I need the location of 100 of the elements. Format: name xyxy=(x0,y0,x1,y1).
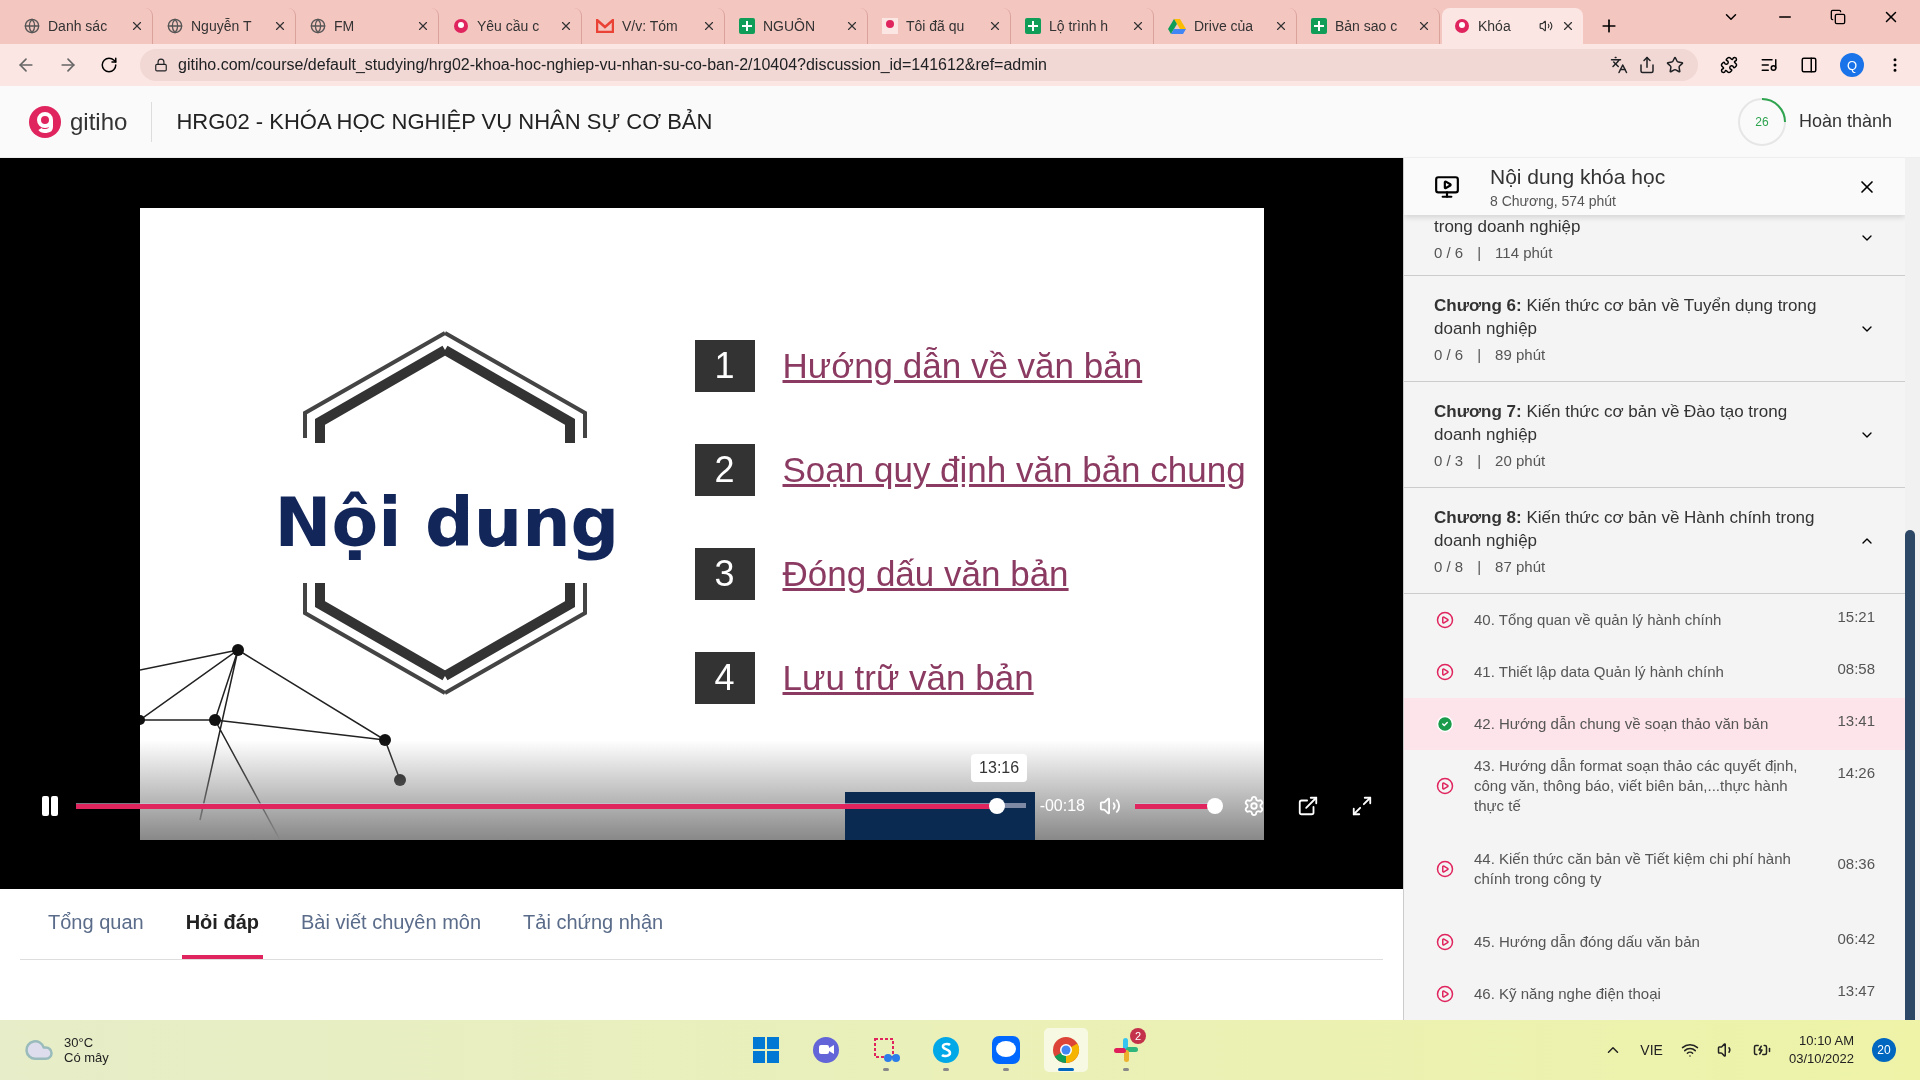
lesson-title: 46. Kỹ năng nghe điện thoại xyxy=(1474,984,1662,1004)
windows-icon xyxy=(753,1037,779,1063)
reload-icon[interactable] xyxy=(100,56,118,74)
time-tooltip: 13:16 xyxy=(971,753,1028,782)
sheet-icon xyxy=(739,18,755,34)
lesson-count: 0 / 3 xyxy=(1434,452,1464,470)
chapter-duration: 114 phút xyxy=(1495,244,1553,262)
lesson-row[interactable]: 40. Tổng quan về quản lý hành chính 15:21 xyxy=(1404,594,1905,647)
lock-icon xyxy=(154,58,168,72)
logo-text: gitiho xyxy=(70,107,128,136)
close-icon[interactable] xyxy=(1131,19,1145,33)
media-icon[interactable] xyxy=(1760,56,1778,74)
separator-text: | xyxy=(1477,244,1482,262)
chapter-title: Chương 6: Kiến thức cơ bản về Tuyển dụng trong doanh nghiệp xyxy=(1434,295,1818,341)
notification-count[interactable]: 20 xyxy=(1872,1038,1896,1062)
side-panel-icon[interactable] xyxy=(1800,56,1818,74)
url-text: gitiho.com/course/default_studying/hrg02-khoa-hoc-nghiep-vu-nhan-su-co-ban-2/10404?discussion_id=141612&ref=admin xyxy=(178,56,1048,74)
close-icon[interactable] xyxy=(273,19,287,33)
lesson-title: 43. Hướng dẫn format soạn thảo các quyết định, công văn, thông báo, viết biên bản,...thực hành thực tế xyxy=(1474,756,1799,817)
speaker-icon xyxy=(1539,19,1553,33)
lesson-row[interactable]: 46. Kỹ năng nghe điện thoại 13:47 xyxy=(1404,968,1905,1020)
page-tab[interactable]: Tổng quan xyxy=(44,889,148,959)
slide-title: Nội dung xyxy=(274,483,620,562)
globe-icon xyxy=(24,18,40,34)
clock-time[interactable]: 10:10 AM xyxy=(1788,1032,1854,1050)
restore-icon[interactable] xyxy=(1830,9,1846,25)
lesson-count: 0 / 6 xyxy=(1434,244,1464,262)
clock-date[interactable]: 03/10/2022 xyxy=(1788,1050,1854,1068)
popout-icon[interactable] xyxy=(1297,795,1319,817)
page-tab[interactable]: Tải chứng nhận xyxy=(519,889,668,959)
lesson-row[interactable]: 45. Hướng dẫn đóng dấu văn bản 06:42 xyxy=(1404,916,1905,968)
logo-icon xyxy=(28,104,62,139)
close-icon[interactable] xyxy=(559,19,573,33)
taskbar-app[interactable]: 2 xyxy=(1104,1028,1148,1072)
separator-text: | xyxy=(1477,452,1482,470)
profile-avatar[interactable]: Q xyxy=(1840,53,1864,77)
lesson-row[interactable]: 42. Hướng dẫn chung về soạn thảo văn bản 13:41 xyxy=(1404,698,1905,751)
lesson-row[interactable]: 41. Thiết lập data Quản lý hành chính 08:58 xyxy=(1404,646,1905,699)
close-icon[interactable] xyxy=(845,19,859,33)
browser-tab[interactable]: Khóa xyxy=(1442,8,1583,44)
lesson-count: 0 / 6 xyxy=(1434,346,1464,364)
share-icon[interactable] xyxy=(1638,56,1656,74)
page-tab[interactable]: Hỏi đáp xyxy=(181,889,263,959)
number-box: 2 xyxy=(694,444,755,496)
logo-icon xyxy=(453,18,469,34)
lesson-duration: 06:42 xyxy=(1837,930,1875,947)
language-indicator[interactable]: VIE xyxy=(1640,1042,1663,1058)
chapter-duration: 20 phút xyxy=(1495,452,1546,470)
lesson-duration: 08:36 xyxy=(1837,854,1875,872)
number-box: 1 xyxy=(694,340,755,392)
separator-text: | xyxy=(1477,558,1482,576)
logo-icon xyxy=(1454,18,1470,34)
star-icon[interactable] xyxy=(1666,56,1684,74)
panel-subtitle: 8 Chương, 574 phút xyxy=(1490,192,1617,209)
browser-icon xyxy=(1052,1036,1080,1064)
lesson-title: 45. Hướng dẫn đóng dấu văn bản xyxy=(1474,932,1701,952)
globe-icon xyxy=(310,18,326,34)
extensions-icon[interactable] xyxy=(1720,56,1738,74)
drive-icon xyxy=(1168,18,1186,34)
lesson-row[interactable]: 44. Kiến thức căn bản về Tiết kiệm chi phí hành chính trong công ty 08:36 xyxy=(1404,840,1905,898)
chapter-title: Chương 8: Kiến thức cơ bản về Hành chính trong doanh nghiệp xyxy=(1434,507,1816,553)
temperature-text: 30°C xyxy=(64,1035,95,1050)
translate-icon[interactable] xyxy=(1610,56,1628,74)
logo-icon xyxy=(882,18,898,34)
lesson-count: 0 / 8 xyxy=(1434,558,1464,576)
taskbar-app[interactable] xyxy=(1044,1028,1088,1072)
course-title: HRG02 - KHÓA HỌC NGHIỆP VỤ NHÂN SỰ CƠ BẢN xyxy=(176,108,714,135)
fullscreen-icon[interactable] xyxy=(1351,795,1373,817)
notification-badge: 2 xyxy=(1130,1028,1146,1044)
lesson-title: 40. Tổng quan về quản lý hành chính xyxy=(1474,610,1723,631)
chapter-duration: 87 phút xyxy=(1495,558,1546,576)
scrollbar-thumb[interactable] xyxy=(1905,530,1915,1020)
close-icon[interactable] xyxy=(1274,19,1288,33)
close-icon[interactable] xyxy=(1417,19,1431,33)
panel-title: Nội dung khóa học xyxy=(1490,164,1667,189)
wifi-icon[interactable] xyxy=(1680,1041,1699,1059)
settings-icon[interactable] xyxy=(1243,795,1265,817)
lesson-title: 44. Kiến thức căn bản về Tiết kiệm chi phí hành chính trong công ty xyxy=(1474,849,1792,890)
separator-text: | xyxy=(1477,346,1482,364)
close-icon[interactable] xyxy=(702,19,716,33)
laptop-play-icon xyxy=(1434,173,1460,200)
remaining-time: -00:18 xyxy=(1039,797,1085,815)
lesson-row[interactable]: 43. Hướng dẫn format soạn thảo các quyết định, công văn, thông báo, viết biên bản,...thực hành thực tế 14:26 xyxy=(1404,750,1905,823)
close-icon[interactable] xyxy=(416,19,430,33)
lesson-duration: 15:21 xyxy=(1837,608,1875,626)
page-tab[interactable]: Bài viết chuyên môn xyxy=(297,889,486,959)
progress-ring: 26 xyxy=(1736,96,1787,147)
skype-icon xyxy=(932,1036,960,1064)
address-field[interactable]: gitiho.com/course/default_studying/hrg02-khoa-hoc-nghiep-vu-nhan-su-co-ban-2/10404?discussion_id=141612&ref=admin xyxy=(140,49,1698,81)
sheet-icon xyxy=(1025,18,1041,34)
lesson-title: 42. Hướng dẫn chung về soạn thảo văn bản xyxy=(1474,714,1770,735)
close-icon[interactable] xyxy=(130,19,144,33)
close-icon[interactable] xyxy=(1561,19,1575,33)
status-text: Hoàn thành xyxy=(1798,111,1892,132)
video-chat-icon xyxy=(812,1036,840,1064)
lesson-duration: 08:58 xyxy=(1837,660,1875,678)
globe-icon xyxy=(167,18,183,34)
close-icon[interactable] xyxy=(988,19,1002,33)
number-box: 4 xyxy=(694,652,755,704)
chapter-title: Chương 7: Kiến thức cơ bản về Đào tạo trong doanh nghiệp xyxy=(1434,401,1789,447)
